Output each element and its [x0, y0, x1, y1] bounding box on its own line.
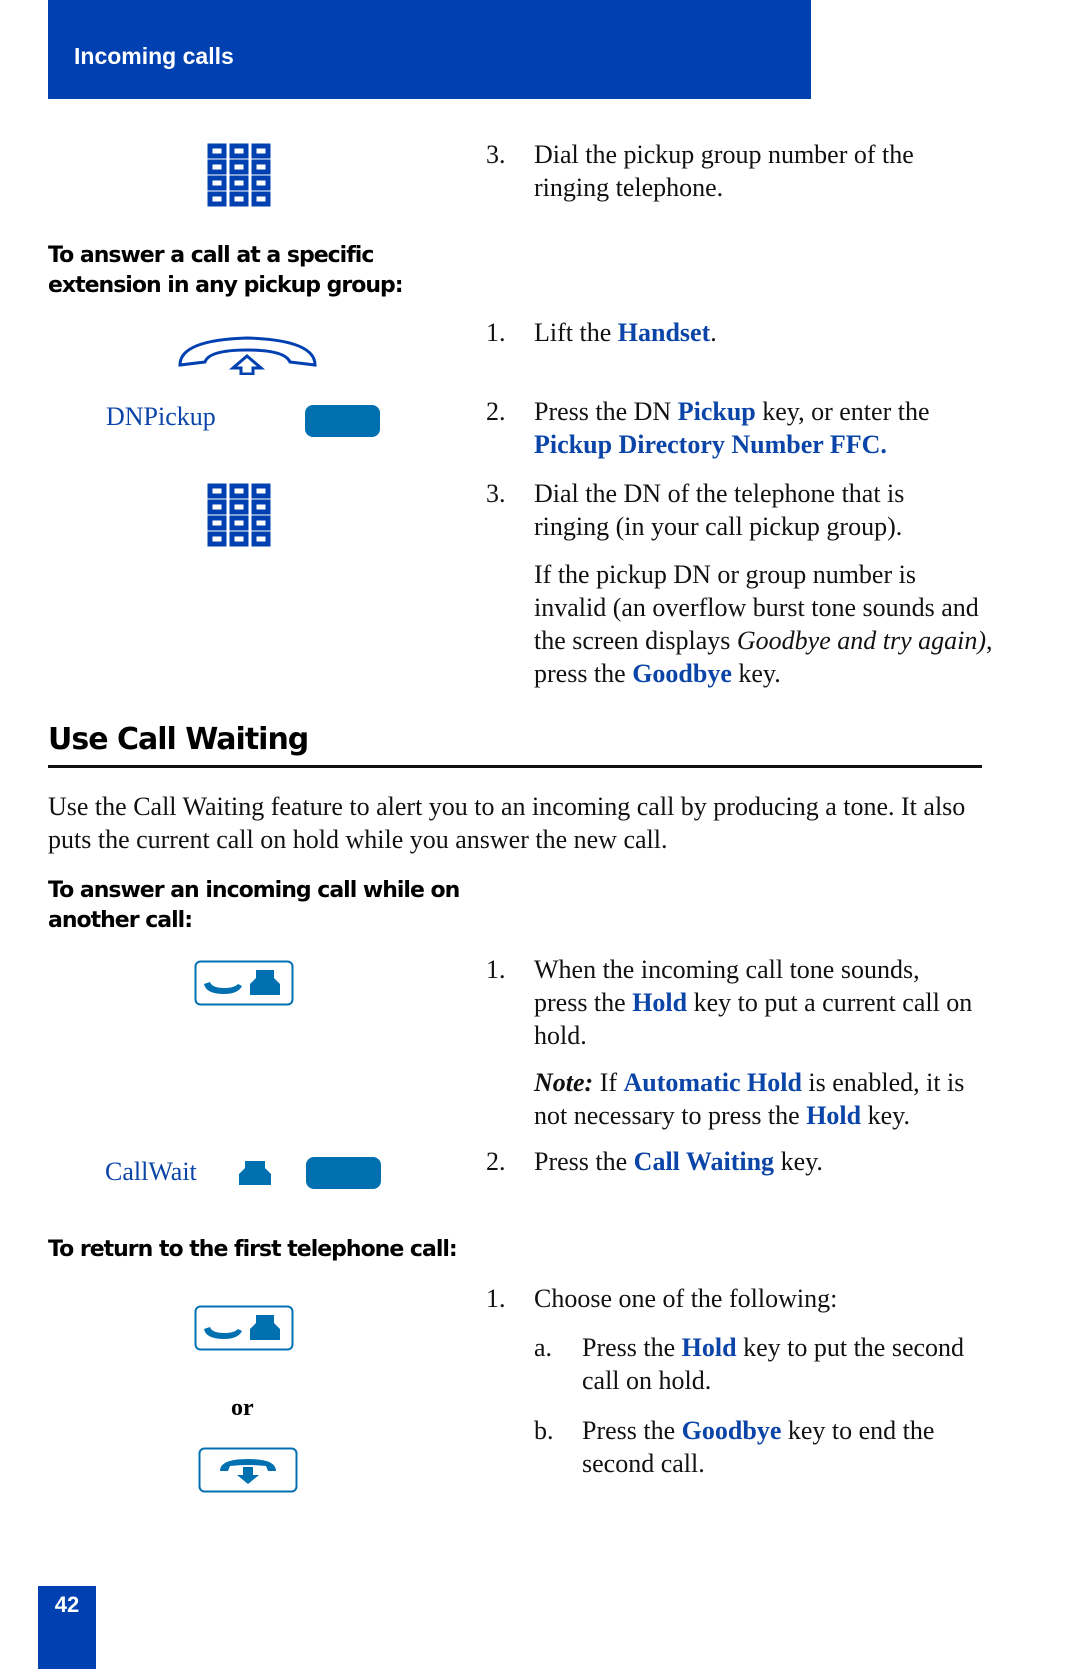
callwait-softkey[interactable]: [306, 1157, 381, 1189]
step-press-pickup: 2. Press the DN Pickup key, or enter the…: [486, 397, 930, 459]
step-press-call-waiting: 2. Press the Call Waiting key.: [486, 1147, 823, 1176]
hold-key-icon[interactable]: [194, 1305, 294, 1351]
callwait-label: CallWait: [105, 1157, 197, 1186]
step-dial-dn: 3. Dial the DN of the telephone that is …: [486, 479, 905, 541]
option-hold: a. Press the Hold key to put the second …: [534, 1333, 965, 1395]
goodbye-key-icon[interactable]: [198, 1447, 298, 1493]
or-label: or: [231, 1395, 254, 1421]
step-choose-option: 1. Choose one of the following:: [486, 1284, 838, 1313]
section-divider: [48, 765, 982, 768]
handset-keyword: Handset: [617, 318, 711, 347]
step-press-hold: 1. When the incoming call tone sounds, p…: [486, 955, 973, 1050]
automatic-hold-note: Note: If Automatic Hold is enabled, it i…: [534, 1068, 965, 1130]
page-number: 42: [54, 1592, 80, 1617]
handset-lift-icon: [178, 336, 317, 375]
keypad-icon: [207, 483, 271, 547]
step-lift-handset: 1. Lift the Handset.: [486, 318, 717, 347]
option-goodbye: b. Press the Goodbye key to end the seco…: [534, 1416, 935, 1478]
hold-keyword: Hold: [632, 988, 688, 1017]
chapter-title: Incoming calls: [74, 43, 234, 69]
pickup-dn-ffc-keyword: Pickup Directory Number FFC.: [534, 430, 887, 459]
subhead-return-first-call: To return to the first telephone call:: [48, 1237, 458, 1262]
call-waiting-keyword: Call Waiting: [633, 1147, 775, 1176]
subhead-answer-incoming: To answer an incoming call while on anot…: [48, 878, 460, 933]
keypad-icon: [207, 143, 271, 207]
dnpickup-label: DNPickup: [106, 402, 216, 431]
section-title: Use Call Waiting: [48, 722, 309, 757]
section-intro: Use the Call Waiting feature to alert yo…: [48, 792, 966, 854]
hold-keyword: Hold: [806, 1101, 862, 1130]
call-indicator-icon: [239, 1161, 271, 1185]
dnpickup-softkey[interactable]: [305, 405, 380, 437]
goodbye-keyword: Goodbye: [632, 659, 732, 688]
step-dial-group-number: 3. Dial the pickup group number of the r…: [486, 140, 914, 202]
hold-keyword: Hold: [681, 1333, 737, 1362]
goodbye-keyword: Goodbye: [681, 1416, 782, 1445]
subhead-specific-extension: To answer a call at a specific extension…: [48, 243, 404, 298]
hold-key-icon[interactable]: [194, 960, 294, 1006]
invalid-dn-note: If the pickup DN or group number is inva…: [534, 560, 993, 688]
pickup-keyword: Pickup: [677, 397, 756, 426]
automatic-hold-keyword: Automatic Hold: [623, 1068, 802, 1097]
